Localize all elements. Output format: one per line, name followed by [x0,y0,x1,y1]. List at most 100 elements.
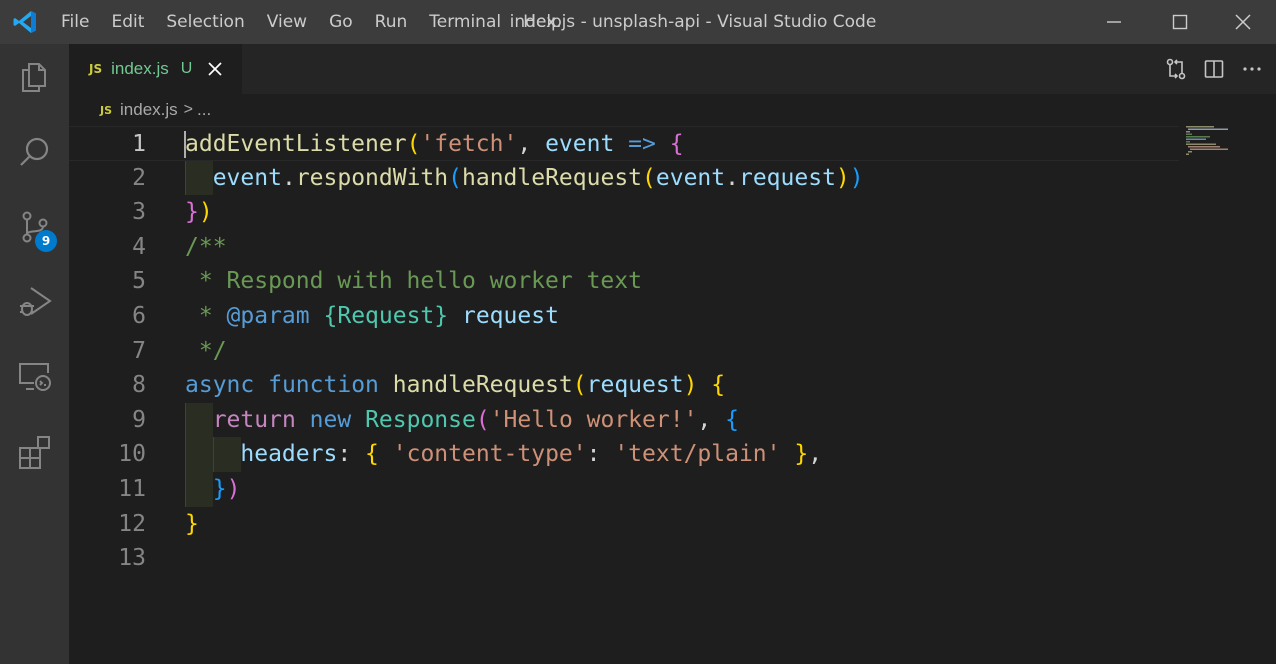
activity-source-control[interactable]: 9 [0,199,69,255]
code-text: addEventListener('fetch', event => { [185,127,684,162]
code-line[interactable]: 11 }) [69,472,1179,507]
minimize-button[interactable] [1081,0,1147,44]
code-token: addEventListener [185,131,407,157]
code-text: }) [185,472,241,507]
code-token: { [365,441,379,468]
code-text: */ [185,334,227,369]
code-token: ) [226,476,241,502]
line-number: 8 [132,372,146,399]
code-token: } [185,199,199,226]
line-number: 7 [132,337,146,364]
code-line[interactable]: 13 [69,541,1179,576]
tab-index-js[interactable]: JS index.js U [69,44,242,94]
activity-remote-explorer[interactable] [0,349,69,405]
javascript-file-icon: JS [89,62,103,76]
close-icon [1235,14,1251,30]
activity-extensions[interactable] [0,424,69,480]
line-number: 2 [132,164,146,191]
line-number: 4 [132,233,146,260]
menu-selection[interactable]: Selection [155,0,255,44]
code-token: handleRequest [392,372,573,399]
split-editor-button[interactable] [1202,57,1226,81]
extensions-icon [18,436,50,469]
code-token: ) [849,164,864,191]
code-text: async function handleRequest(request) { [185,368,725,403]
remote-explorer-icon [18,363,51,391]
code-line[interactable]: 2 event.respondWith(handleRequest(event.… [69,160,1179,196]
code-line[interactable]: 12} [69,507,1179,542]
code-token: ( [406,131,421,157]
code-token: { [711,372,726,399]
code-token: ( [642,164,656,191]
tab-label: index.js [111,59,169,78]
javascript-file-icon: JS [100,103,113,117]
line-number: 1 [132,131,146,157]
code-token: 'fetch' [420,131,518,157]
activity-run-debug[interactable] [0,274,69,330]
code-token: async [185,372,255,399]
menu-run[interactable]: Run [364,0,419,44]
code-line[interactable]: 5 * Respond with hello worker text [69,264,1179,299]
activity-search[interactable] [0,124,69,180]
code-token: ( [572,372,587,399]
code-line[interactable]: 9 return new Response('Hello worker!', { [69,402,1179,438]
code-token: event [655,164,726,191]
code-text: }) [185,195,213,230]
menu-view[interactable]: View [256,0,318,44]
code-line[interactable]: 8 async function handleRequest(request) { [69,368,1179,403]
code-line[interactable]: 7 */ [69,334,1179,369]
code-token: request [586,372,684,399]
code-token: : [586,441,615,468]
code-text: * Respond with hello worker text [185,264,642,299]
code-line[interactable]: 4 /** [69,230,1179,265]
code-token: , [697,406,726,433]
compare-changes-icon [1166,58,1186,80]
code-line[interactable]: 1 addEventListener('fetch', event => { [69,126,1179,161]
menu-edit[interactable]: Edit [100,0,155,44]
code-token: : [337,441,366,468]
line-number: 13 [118,545,146,572]
tab-close-button[interactable] [206,60,224,78]
search-icon [19,137,48,166]
editor-actions [1164,44,1264,94]
line-number: 10 [118,441,146,468]
code-token: ) [683,372,698,399]
menu-terminal[interactable]: Terminal [418,0,512,44]
code-token: {Request} [323,303,449,329]
menu-go[interactable]: Go [318,0,364,44]
code-token: . [281,164,296,191]
code-token: new [309,406,352,433]
code-line[interactable]: 10 headers: { 'content-type': 'text/plai… [69,437,1179,472]
code-text: /** [185,230,227,265]
minimap[interactable] [1186,126,1236,156]
more-actions-button[interactable] [1240,57,1264,81]
code-line[interactable]: 6 * @param {Request} request [69,299,1179,334]
code-editor[interactable]: 1 addEventListener('fetch', event => {2 e… [69,126,1276,664]
code-token: . [725,164,739,191]
code-token: handleRequest [462,164,643,191]
menu-help[interactable]: Help [512,0,573,44]
code-token: return [212,406,296,433]
menu-file[interactable]: File [50,0,100,44]
more-icon [1243,67,1261,71]
close-window-button[interactable] [1210,0,1276,44]
code-token: ) [198,199,213,226]
code-text: * @param {Request} request [185,299,559,334]
code-token: * [185,303,227,329]
close-icon [208,62,222,76]
breadcrumb-file[interactable]: index.js [120,100,178,120]
explorer-icon [21,63,46,92]
maximize-button[interactable] [1147,0,1213,44]
code-token: => [628,131,656,157]
code-line[interactable]: 3}) [69,195,1179,230]
open-changes-button[interactable] [1164,57,1188,81]
breadcrumb-symbol[interactable]: ... [197,100,211,120]
maximize-icon [1172,14,1188,30]
activity-explorer[interactable] [0,49,69,105]
